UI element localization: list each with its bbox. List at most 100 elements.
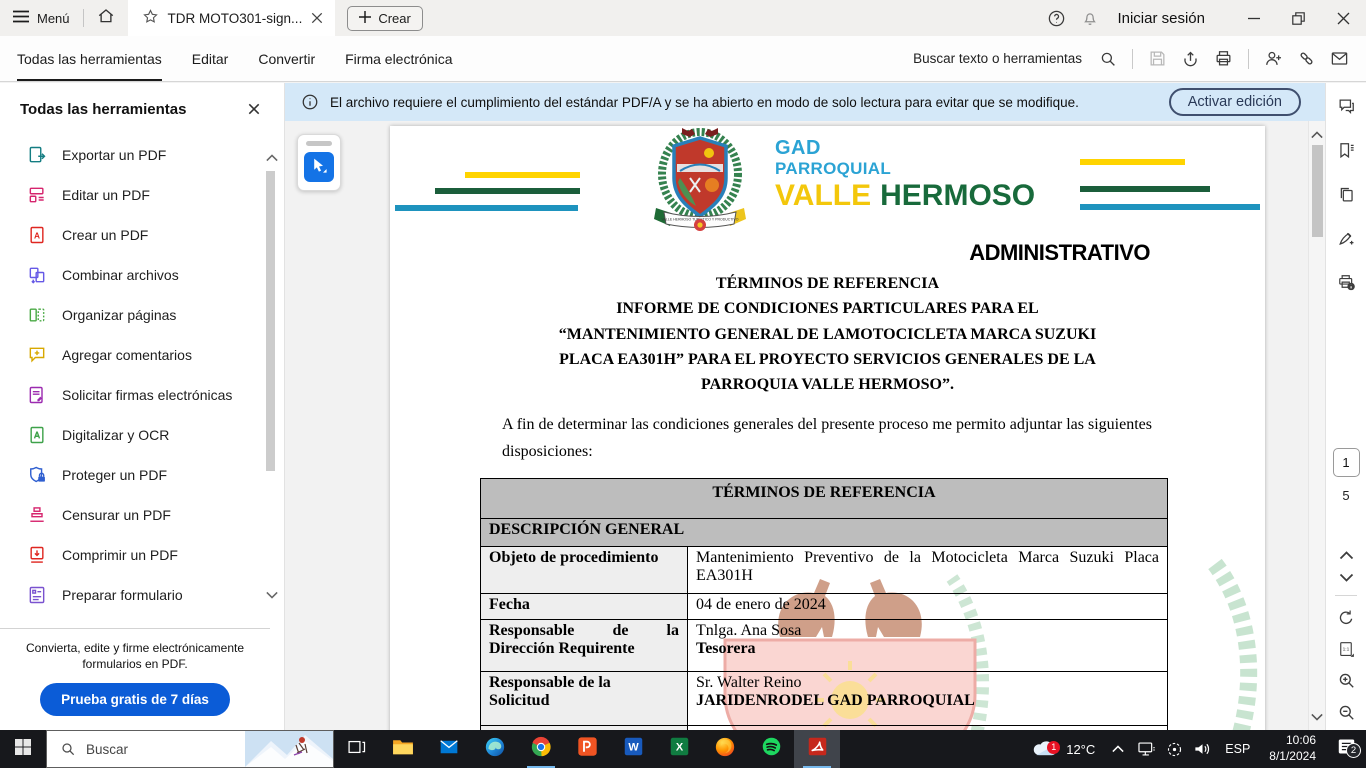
trial-button[interactable]: Prueba gratis de 7 días <box>40 683 230 716</box>
sidebar-item-proteger-un-pdf[interactable]: Proteger un PDF <box>0 455 284 495</box>
taskbar-app-spotify-icon[interactable] <box>748 730 794 768</box>
close-button[interactable] <box>1321 0 1366 36</box>
sidebar-item-exportar-un-pdf[interactable]: Exportar un PDF <box>0 135 284 175</box>
scroll-down-icon[interactable] <box>266 586 278 604</box>
meet-now-icon[interactable] <box>1160 741 1188 758</box>
bell-icon[interactable] <box>1073 0 1107 36</box>
taskbar-app-chrome-icon[interactable] <box>518 730 564 768</box>
document-intro: A fin de determinar las condiciones gene… <box>502 412 1152 465</box>
table-row: Responsable de laSolicitudSr. Walter Rei… <box>481 672 1168 726</box>
page-number-input[interactable]: 1 <box>1333 448 1360 477</box>
zoom-out-icon[interactable] <box>1337 703 1356 722</box>
restore-button[interactable] <box>1276 0 1321 36</box>
add-person-icon[interactable] <box>1257 44 1290 74</box>
taskbar-app-acrobat-icon[interactable] <box>794 730 840 768</box>
pen-sign-icon[interactable] <box>1337 229 1356 248</box>
sidebar-item-organizar-paginas[interactable]: Organizar páginas <box>0 295 284 335</box>
weather-widget[interactable]: 1 12°C <box>1023 738 1104 761</box>
redact-pdf-icon <box>27 505 47 525</box>
taskbar-app-file-explorer-icon[interactable] <box>380 730 426 768</box>
table-row: Objeto de procedimientoMantenimiento Pre… <box>481 547 1168 594</box>
sidebar-item-censurar-un-pdf[interactable]: Censurar un PDF <box>0 495 284 535</box>
drag-handle[interactable] <box>306 141 332 146</box>
sidebar-item-comprimir-un-pdf[interactable]: Comprimir un PDF <box>0 535 284 575</box>
link-icon[interactable] <box>1290 44 1323 74</box>
taskbar-app-task-view-icon[interactable] <box>334 730 380 768</box>
menu-button[interactable]: Menú <box>0 0 83 36</box>
sidebar-scrollbar-thumb[interactable] <box>266 171 275 471</box>
sidebar-close-icon[interactable] <box>244 99 264 119</box>
logo-line <box>1080 204 1260 210</box>
language-indicator[interactable]: ESP <box>1216 742 1259 756</box>
star-icon[interactable] <box>142 8 159 28</box>
document-tab[interactable]: TDR MOTO301-sign... <box>128 0 336 36</box>
chevron-up-icon[interactable] <box>1339 551 1354 560</box>
clock-date: 8/1/2024 <box>1269 749 1316 765</box>
enable-editing-button[interactable]: Activar edición <box>1169 88 1301 116</box>
rotate-icon[interactable] <box>1337 609 1355 627</box>
home-button[interactable] <box>84 0 128 36</box>
logo-line <box>465 172 580 178</box>
comment-icon[interactable] <box>1337 97 1356 116</box>
start-button[interactable] <box>0 730 46 768</box>
notification-center-button[interactable]: 2 <box>1326 738 1366 760</box>
bookmark-icon[interactable] <box>1337 141 1356 160</box>
copy-pages-icon[interactable] <box>1337 185 1356 204</box>
minimize-button[interactable] <box>1231 0 1276 36</box>
taskbar-app-pdf-app-icon[interactable] <box>564 730 610 768</box>
scrollbar-thumb[interactable] <box>1312 145 1323 237</box>
toolbar-tab-editar[interactable]: Editar <box>192 36 229 81</box>
network-icon[interactable] <box>1132 741 1160 757</box>
search-tools-button[interactable]: Buscar texto o herramientas <box>913 51 1082 66</box>
select-tool-button[interactable] <box>304 152 334 182</box>
taskbar-app-firefox-icon[interactable] <box>702 730 748 768</box>
table-label-cell: Objeto de procedimiento <box>481 547 688 594</box>
speaker-icon[interactable] <box>1188 741 1216 757</box>
chevron-down-icon[interactable] <box>1339 573 1354 582</box>
zoom-in-icon[interactable] <box>1337 671 1356 690</box>
print-icon[interactable] <box>1207 44 1240 74</box>
sidebar-item-solicitar-firmas-electronicas[interactable]: Solicitar firmas electrónicas <box>0 375 284 415</box>
titlebar: Menú TDR MOTO301-sign... Crear Iniciar s… <box>0 0 1366 36</box>
toolbar-tab-todas-las-herramientas[interactable]: Todas las herramientas <box>17 36 162 81</box>
signin-button[interactable]: Iniciar sesión <box>1117 10 1205 27</box>
share-upload-icon[interactable] <box>1174 44 1207 74</box>
toolbar-tab-convertir[interactable]: Convertir <box>258 36 315 81</box>
svg-text:A: A <box>34 230 40 240</box>
clock-widget[interactable]: 10:06 8/1/2024 <box>1259 733 1326 764</box>
taskbar-app-excel-icon[interactable]: X <box>656 730 702 768</box>
sidebar-item-digitalizar-y-ocr[interactable]: Digitalizar y OCR <box>0 415 284 455</box>
scroll-up-icon[interactable] <box>1311 126 1323 144</box>
sidebar-item-agregar-comentarios[interactable]: Agregar comentarios <box>0 335 284 375</box>
taskbar-app-mail-app-icon[interactable] <box>426 730 472 768</box>
search-icon[interactable] <box>1091 44 1124 74</box>
page-total: 5 <box>1342 488 1349 503</box>
fit-page-icon[interactable]: 1:1 <box>1337 640 1355 658</box>
help-icon[interactable] <box>1039 0 1073 36</box>
sidebar-item-preparar-formulario[interactable]: Preparar formulario <box>0 575 284 615</box>
table-row: Partida Presupuestaria73.04.05 Mantenimi… <box>481 726 1168 730</box>
scroll-up-icon[interactable] <box>266 149 278 167</box>
taskbar-app-edge-icon[interactable] <box>472 730 518 768</box>
sidebar-item-editar-un-pdf[interactable]: Editar un PDF <box>0 175 284 215</box>
sidebar-item-crear-un-pdf[interactable]: ACrear un PDF <box>0 215 284 255</box>
logo-line <box>1080 159 1185 165</box>
print-info-icon[interactable] <box>1337 273 1356 292</box>
toolbar-tab-firma-electronica[interactable]: Firma electrónica <box>345 36 452 81</box>
tray-chevron-up-icon[interactable] <box>1104 745 1132 753</box>
right-tool-rail: 1 5 1:1 <box>1325 83 1366 730</box>
mail-icon[interactable] <box>1323 44 1356 74</box>
table-label-cell: Partida Presupuestaria <box>481 726 688 730</box>
notification-badge: 2 <box>1346 743 1361 758</box>
logo-text: GAD PARROQUIAL VALLEHERMOSO <box>775 138 1035 211</box>
scroll-down-icon[interactable] <box>1311 708 1323 726</box>
sidebar-item-combinar-archivos[interactable]: Combinar archivos <box>0 255 284 295</box>
tab-close-icon[interactable] <box>311 12 323 24</box>
doc-title-line: “MANTENIMIENTO GENERAL DE LAMOTOCICLETA … <box>390 322 1265 347</box>
taskbar-search-input[interactable]: Buscar <box>46 730 334 768</box>
taskbar-app-word-icon[interactable]: W <box>610 730 656 768</box>
pdf-viewport[interactable]: VALLE HERMOSO TURÍSTICO Y PRODUCTIVO GAD… <box>285 121 1325 730</box>
create-button[interactable]: Crear <box>347 6 423 31</box>
save-icon[interactable] <box>1141 44 1174 74</box>
document-scrollbar[interactable] <box>1308 121 1325 730</box>
